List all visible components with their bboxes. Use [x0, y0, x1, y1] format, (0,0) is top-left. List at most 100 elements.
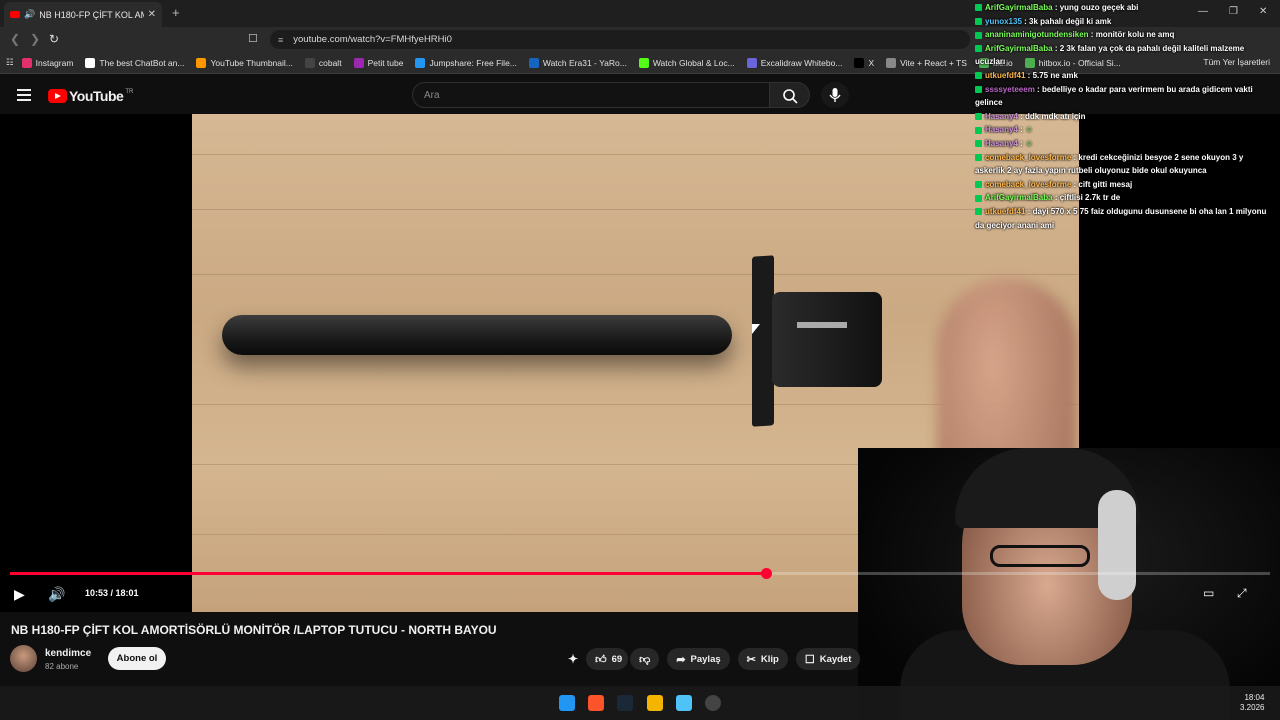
chat-badge-icon — [975, 4, 982, 12]
chat-message: Hasany4 : ☺ — [975, 137, 1275, 151]
bookmark-favicon-icon — [854, 57, 865, 68]
chat-username: ssssyeteeem — [985, 84, 1035, 94]
save-label: Kaydet — [819, 653, 852, 665]
menu-icon[interactable] — [17, 89, 31, 104]
chat-username: Hasany4 — [985, 125, 1018, 135]
browser-tab[interactable]: 🔊 NB H180-FP ÇİFT KOL AMORT ✕ — [4, 2, 162, 27]
steam-icon[interactable] — [617, 695, 633, 711]
bookmark-favicon-icon — [304, 57, 315, 68]
bookmark-item[interactable]: Excalidraw Whitebo... — [746, 57, 842, 68]
scissors-icon: ✂ — [746, 653, 756, 666]
bookmark-favicon-icon — [353, 57, 364, 68]
share-label: Paylaş — [690, 653, 721, 665]
file-explorer-icon[interactable] — [647, 695, 663, 711]
stream-chat-overlay: ArifGayirmalBaba : yung ouzo geçek abi yu… — [975, 1, 1275, 232]
system-clock[interactable]: 18:04 3.2026 — [1240, 693, 1264, 713]
progress-bar[interactable] — [10, 568, 1270, 579]
time-display: 10:53 / 18:01 — [85, 588, 139, 598]
chat-separator: : — [1052, 3, 1060, 12]
windows-taskbar — [0, 686, 1280, 720]
bookmark-item[interactable]: Jumpshare: Free File... — [415, 57, 517, 68]
bookmark-item[interactable]: X — [854, 57, 874, 68]
back-icon[interactable]: ❮ — [10, 32, 20, 46]
share-icon: ➦ — [676, 653, 686, 666]
search-button[interactable] — [770, 82, 810, 108]
channel-name[interactable]: kendimce — [45, 648, 91, 659]
chat-username: comeback_lovesforme — [985, 179, 1072, 189]
bookmark-item[interactable]: Instagram — [21, 57, 73, 68]
region-code: TR — [125, 89, 134, 95]
scrubber-handle[interactable] — [761, 568, 772, 579]
chat-username: utkuefdf41 — [985, 206, 1026, 216]
bookmark-item[interactable]: The best ChatBot an... — [85, 57, 184, 68]
bookmark-favicon-icon — [886, 57, 897, 68]
bookmark-label: Watch Global & Loc... — [652, 57, 735, 68]
bookmark-item[interactable]: Vite + React + TS — [886, 57, 967, 68]
new-tab-icon[interactable]: + — [172, 5, 180, 20]
forward-icon[interactable]: ❯ — [30, 32, 40, 46]
youtube-logo[interactable]: YouTube TR — [48, 88, 133, 104]
theater-mode-icon[interactable]: ▭ — [1203, 586, 1214, 600]
bookmark-favicon-icon — [638, 57, 649, 68]
chat-message: ArifGayirmalBaba : yung ouzo geçek abi — [975, 1, 1275, 15]
clip-label: Klip — [760, 653, 779, 665]
chat-separator: : — [1017, 111, 1026, 121]
bookmark-label: Jumpshare: Free File... — [429, 57, 517, 68]
url-text: youtube.com/watch?v=FMHfyeHRHi0 — [293, 34, 452, 45]
bookmark-label: Vite + React + TS — [900, 57, 967, 68]
voice-search-button[interactable] — [821, 82, 849, 108]
like-button[interactable]: 👍︎ 69 — [586, 648, 629, 670]
chat-separator: : — [1017, 125, 1026, 135]
youtube-favicon-icon — [10, 11, 20, 18]
search-placeholder: Ara — [424, 89, 440, 101]
bookmark-save-icon: ☐ — [804, 653, 815, 666]
chat-separator: : — [1021, 16, 1030, 26]
url-field[interactable]: ≡ youtube.com/watch?v=FMHfyeHRHi0 — [270, 30, 970, 49]
brave-browser-icon[interactable] — [588, 695, 604, 711]
chat-separator: : — [1034, 84, 1042, 94]
chat-emote-icon: ☺ — [1025, 125, 1034, 135]
apps-icon[interactable]: ☷ — [6, 57, 14, 68]
volume-icon[interactable]: 🔊 — [48, 586, 65, 603]
clip-button[interactable]: ✂ Klip — [737, 648, 788, 670]
bookmark-item[interactable]: cobalt — [304, 57, 342, 68]
hype-icon[interactable]: ✦ — [568, 652, 578, 666]
chat-message: ArifGayirmalBaba : 2 3k falan ya çok da … — [975, 42, 1275, 69]
chat-message: ssssyeteeem : bedelliye o kadar para ver… — [975, 83, 1275, 110]
speaker-icon[interactable]: 🔊 — [24, 9, 35, 20]
chat-emote-icon: ☺ — [1025, 138, 1034, 148]
channel-avatar[interactable] — [10, 645, 37, 672]
bookmark-item[interactable]: Watch Era31 - YaRo... — [528, 57, 627, 68]
search-input[interactable]: Ara — [412, 82, 770, 108]
webcam-headset — [1098, 490, 1136, 600]
chat-separator: : — [1025, 70, 1033, 80]
save-button[interactable]: ☐ Kaydet — [795, 648, 861, 670]
close-tab-icon[interactable]: ✕ — [148, 9, 156, 20]
photos-icon[interactable] — [676, 695, 692, 711]
share-button[interactable]: ➦ Paylaş — [667, 648, 730, 670]
chat-badge-icon — [975, 194, 982, 202]
bookmark-item[interactable]: Petit tube — [353, 57, 403, 68]
reload-icon[interactable]: ↻ — [49, 32, 59, 46]
mouse-cursor-icon — [752, 324, 760, 334]
chat-username: comeback_lovesforme — [985, 152, 1072, 162]
chat-separator: : — [1025, 206, 1033, 216]
site-settings-icon[interactable]: ≡ — [278, 35, 283, 45]
subscribe-button[interactable]: Abone ol — [108, 647, 166, 670]
app-icon[interactable] — [705, 695, 721, 711]
fullscreen-icon[interactable]: ⤢ — [1237, 586, 1247, 601]
bookmark-label: YouTube Thumbnail... — [210, 57, 293, 68]
bookmark-icon[interactable]: ☐ — [248, 32, 258, 45]
chat-separator: : — [1088, 30, 1096, 40]
youtube-play-icon — [48, 89, 67, 103]
bookmark-favicon-icon — [196, 57, 207, 68]
play-icon[interactable]: ▶ — [14, 586, 25, 603]
bookmark-item[interactable]: YouTube Thumbnail... — [196, 57, 293, 68]
chat-badge-icon — [975, 113, 982, 121]
bookmark-item[interactable]: Watch Global & Loc... — [638, 57, 735, 68]
tab-title: NB H180-FP ÇİFT KOL AMORT — [39, 9, 143, 20]
chat-text: cift gitti mesaj — [1078, 179, 1133, 189]
chat-text: monitör kolu ne amq — [1095, 30, 1175, 40]
dislike-button[interactable]: 👎︎ — [630, 648, 660, 670]
start-icon[interactable] — [559, 695, 575, 711]
